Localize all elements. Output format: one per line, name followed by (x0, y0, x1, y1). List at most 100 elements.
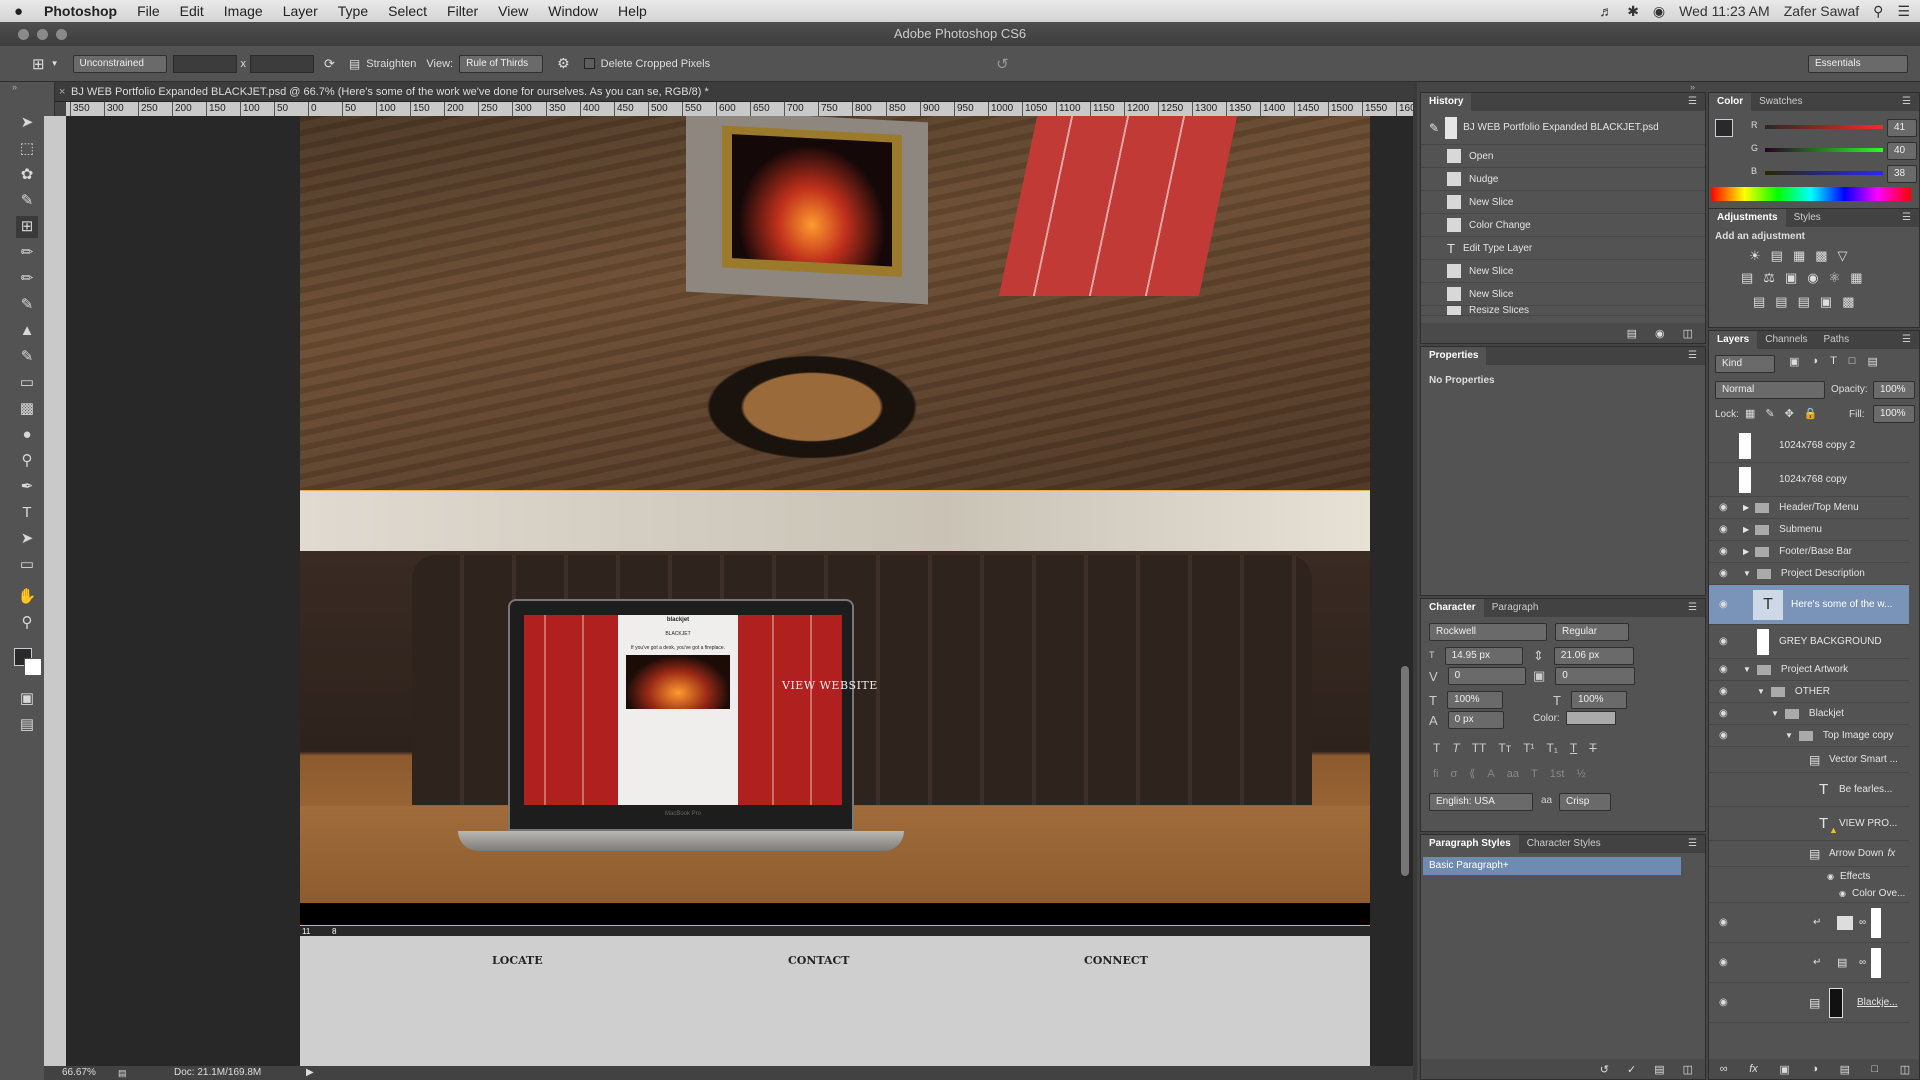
menu-photoshop[interactable]: Photoshop (44, 3, 117, 19)
effect-row[interactable]: ◉ Color Ove... (1709, 885, 1909, 903)
zoom-window-button[interactable] (56, 29, 67, 40)
b-slider[interactable] (1765, 171, 1883, 175)
tool-preset-chevron-icon[interactable]: ▼ (51, 59, 59, 68)
layer-group-row[interactable]: ◉ ▼ Project Artwork (1709, 659, 1909, 681)
layer-row[interactable]: 1024x768 copy (1709, 463, 1909, 497)
document-tab[interactable]: × BJ WEB Portfolio Expanded BLACKJET.psd… (55, 82, 1413, 102)
visibility-eye-icon[interactable]: ◉ (1719, 502, 1728, 513)
aspect-ratio-dropdown[interactable]: Unconstrained (72, 54, 167, 73)
straighten-icon[interactable]: ▤ (349, 57, 360, 71)
visibility-eye-icon[interactable]: ◉ (1719, 568, 1728, 579)
visibility-eye-icon[interactable]: ◉ (1719, 636, 1728, 647)
lock-all-icon[interactable]: 🔒 (1804, 407, 1818, 420)
visibility-eye-icon[interactable]: ◉ (1719, 708, 1728, 719)
history-item[interactable]: Nudge (1421, 168, 1705, 191)
fractions-ordinal-icon[interactable]: 1st (1550, 768, 1565, 780)
volume-icon[interactable]: ♬ (1599, 3, 1613, 19)
layer-name[interactable]: Header/Top Menu (1779, 502, 1859, 513)
close-document-icon[interactable]: × (59, 82, 65, 102)
user-name[interactable]: Zafer Sawaf (1784, 3, 1859, 19)
zoom-level[interactable]: 66.67% (62, 1066, 96, 1080)
b-field[interactable]: 38 (1887, 165, 1917, 183)
layer-name[interactable]: VIEW PRO... (1839, 818, 1897, 829)
menu-select[interactable]: Select (388, 3, 427, 19)
nav-locate[interactable]: LOCATE (492, 954, 543, 967)
lock-position-icon[interactable]: ✥ (1785, 407, 1794, 420)
lock-transparent-icon[interactable]: ▦ (1745, 407, 1755, 420)
visibility-eye-icon[interactable]: ◉ (1719, 686, 1728, 697)
foreground-color-swatch[interactable] (1715, 119, 1733, 137)
tab-color[interactable]: Color (1709, 93, 1752, 111)
minimize-window-button[interactable] (37, 29, 48, 40)
r-field[interactable]: 41 (1887, 119, 1917, 137)
vertical-scale-field[interactable]: 100% (1446, 691, 1503, 709)
history-snapshot[interactable]: ✎ BJ WEB Portfolio Expanded BLACKJET.psd (1421, 111, 1705, 145)
clear-override-icon[interactable]: ↺ (1600, 1063, 1609, 1076)
effect-visibility-icon[interactable]: ◉ (1827, 872, 1834, 881)
lasso-tool-icon[interactable]: ✿ (16, 164, 38, 186)
panel-menu-icon[interactable]: ☰ (1680, 93, 1705, 111)
panel-menu-icon[interactable]: ☰ (1894, 331, 1919, 349)
pen-tool-icon[interactable]: ✒ (16, 476, 38, 498)
layer-name[interactable]: OTHER (1795, 686, 1830, 697)
path-selection-tool-icon[interactable]: ➤ (16, 528, 38, 550)
layer-name[interactable]: Footer/Base Bar (1779, 546, 1852, 557)
history-brush-tool-icon[interactable]: ✎ (16, 346, 38, 368)
layer-group-row[interactable]: ◉ ▶ Submenu (1709, 519, 1909, 541)
layer-name[interactable]: Blackje... (1857, 997, 1898, 1008)
layer-name[interactable]: Project Description (1781, 568, 1865, 579)
history-item[interactable]: T Edit Type Layer (1421, 237, 1705, 260)
effect-visibility-icon[interactable]: ◉ (1839, 889, 1846, 898)
visibility-eye-icon[interactable]: ◉ (1719, 546, 1728, 557)
blur-tool-icon[interactable]: ● (16, 424, 38, 446)
layer-group-row[interactable]: ◉ ▼ Project Description (1709, 563, 1909, 585)
tab-paths[interactable]: Paths (1816, 331, 1858, 349)
rectangle-tool-icon[interactable]: ▭ (16, 554, 38, 576)
ordinals-icon[interactable]: T (1531, 768, 1538, 780)
swash-icon[interactable]: ⟪ (1469, 767, 1475, 780)
close-window-button[interactable] (18, 29, 29, 40)
collapse-arrow-icon[interactable]: ▼ (1743, 569, 1751, 578)
new-adjustment-layer-icon[interactable]: ◑ (1811, 1063, 1818, 1075)
opacity-field[interactable]: 100% (1873, 381, 1915, 399)
visibility-eye-icon[interactable]: ◉ (1719, 917, 1728, 928)
history-item[interactable]: Resize Slices (1421, 306, 1705, 316)
tab-channels[interactable]: Channels (1757, 331, 1815, 349)
tab-history[interactable]: History (1421, 93, 1472, 111)
tab-paragraph[interactable]: Paragraph (1484, 599, 1547, 617)
background-color-swatch[interactable] (24, 658, 42, 676)
screen-mode-icon[interactable]: ▤ (16, 714, 38, 736)
layer-name[interactable]: Be fearles... (1839, 784, 1892, 795)
nav-contact[interactable]: CONTACT (788, 954, 849, 967)
layer-group-row[interactable]: ◉ ▶ Footer/Base Bar (1709, 541, 1909, 563)
expand-arrow-icon[interactable]: ▶ (1743, 547, 1749, 556)
superscript-icon[interactable]: T¹ (1523, 741, 1534, 755)
layer-row[interactable]: T ▲ VIEW PRO... (1709, 807, 1909, 841)
hue-saturation-icon[interactable]: ▤ (1741, 270, 1753, 286)
layer-name[interactable]: Blackjet (1809, 708, 1844, 719)
crop-width-field[interactable] (172, 54, 237, 73)
clone-stamp-tool-icon[interactable]: ▲ (16, 320, 38, 342)
faux-italic-icon[interactable]: T (1452, 741, 1459, 755)
layer-filter-kind-dropdown[interactable]: Kind (1715, 355, 1775, 373)
new-style-icon[interactable]: ▤ (1654, 1063, 1664, 1076)
visibility-eye-icon[interactable]: ◉ (1719, 730, 1728, 741)
all-caps-icon[interactable]: TT (1472, 741, 1487, 755)
subscript-icon[interactable]: T₁ (1547, 741, 1558, 755)
vertical-scrollbar[interactable] (1401, 666, 1409, 876)
fill-field[interactable]: 100% (1873, 405, 1915, 423)
link-layers-icon[interactable]: ∞ (1720, 1063, 1728, 1075)
font-size-field[interactable]: 14.95 px (1444, 647, 1523, 665)
text-color-swatch[interactable] (1565, 711, 1616, 725)
tab-swatches[interactable]: Swatches (1751, 93, 1810, 111)
swap-dimensions-icon[interactable]: ⟳ (324, 56, 335, 72)
layer-name[interactable]: Vector Smart ... (1829, 754, 1898, 765)
zoom-tool-icon[interactable]: ⚲ (16, 612, 38, 634)
status-menu-arrow-icon[interactable]: ▶ (306, 1066, 314, 1080)
visibility-eye-icon[interactable]: ◉ (1719, 997, 1728, 1008)
layer-row[interactable]: 1024x768 copy 2 (1709, 429, 1909, 463)
filter-pixel-icon[interactable]: ▣ (1789, 355, 1799, 368)
reset-crop-icon[interactable]: ↺ (996, 55, 1009, 73)
tab-character-styles[interactable]: Character Styles (1519, 835, 1609, 853)
layer-name[interactable]: 1024x768 copy 2 (1779, 440, 1855, 451)
